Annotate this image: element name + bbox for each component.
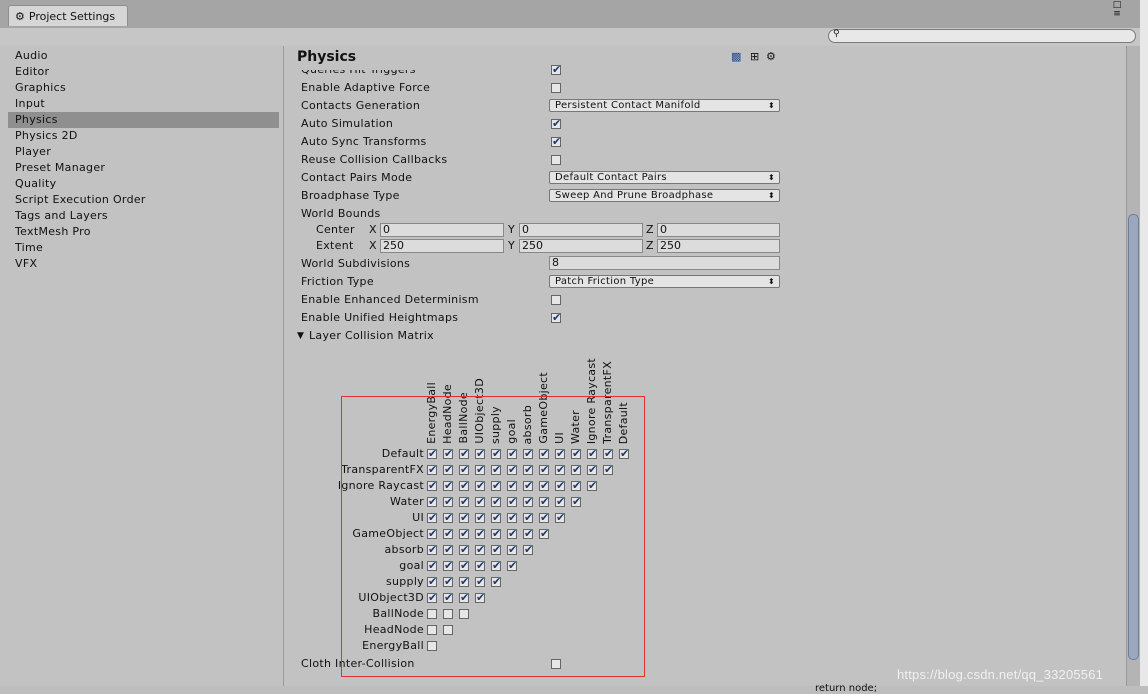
extent-label: Extent — [316, 239, 354, 252]
dropdown-arrow-icon: ⬍ — [767, 173, 775, 182]
broadphase-type-dropdown[interactable]: Sweep And Prune Broadphase ⬍ — [549, 189, 780, 202]
extent-z-field[interactable]: 250 — [657, 239, 780, 253]
search-icon: ⚲ — [833, 29, 840, 39]
sidebar-item-vfx[interactable]: VFX — [8, 256, 279, 272]
help-icon[interactable]: ▩ — [731, 50, 741, 63]
auto-simulation-label: Auto Simulation — [301, 117, 394, 130]
enable-enhanced-determinism-checkbox[interactable] — [551, 295, 561, 305]
window-menu-icon[interactable]: □ ≡ — [1110, 1, 1124, 19]
enable-adaptive-force-checkbox[interactable] — [551, 83, 561, 93]
sidebar-item-tags-and-layers[interactable]: Tags and Layers — [8, 208, 279, 224]
queries-hit-triggers-checkbox[interactable] — [551, 63, 561, 76]
world-bounds-label: World Bounds — [301, 207, 381, 220]
sidebar-item-script-execution-order[interactable]: Script Execution Order — [8, 192, 279, 208]
tab-label: Project Settings — [28, 9, 116, 23]
friction-type-dropdown[interactable]: Patch Friction Type ⬍ — [549, 275, 780, 288]
contacts-generation-dropdown[interactable]: Persistent Contact Manifold ⬍ — [549, 99, 780, 112]
center-x-axis-label: X — [369, 223, 377, 236]
reuse-collision-callbacks-label: Reuse Collision Callbacks — [301, 153, 448, 166]
center-x-field[interactable]: 0 — [380, 223, 504, 237]
settings-gear-icon[interactable]: ⚙ — [766, 50, 776, 63]
auto-sync-transforms-label: Auto Sync Transforms — [301, 135, 427, 148]
dropdown-arrow-icon: ⬍ — [767, 191, 775, 200]
foldout-arrow-icon[interactable]: ▼ — [297, 331, 304, 341]
layer-collision-matrix-label: Layer Collision Matrix — [309, 329, 434, 342]
world-subdivisions-label: World Subdivisions — [301, 257, 411, 270]
dropdown-value: Default Contact Pairs — [555, 172, 667, 183]
center-y-field[interactable]: 0 — [519, 223, 643, 237]
gear-icon: ⚙ — [15, 9, 25, 23]
extent-x-axis-label: X — [369, 239, 377, 252]
enable-unified-heightmaps-label: Enable Unified Heightmaps — [301, 311, 459, 324]
sidebar-item-quality[interactable]: Quality — [8, 176, 279, 192]
world-subdivisions-field[interactable]: 8 — [549, 256, 780, 270]
friction-type-label: Friction Type — [301, 275, 374, 288]
background-window-edge — [1140, 0, 1148, 694]
sidebar-item-editor[interactable]: Editor — [8, 64, 279, 80]
center-z-axis-label: Z — [646, 223, 654, 236]
preset-icon[interactable]: ⊞ — [750, 50, 759, 63]
dropdown-value: Sweep And Prune Broadphase — [555, 190, 714, 201]
dropdown-arrow-icon: ⬍ — [767, 101, 775, 110]
enable-unified-heightmaps-checkbox[interactable] — [551, 311, 561, 324]
scrollbar-thumb[interactable] — [1128, 214, 1139, 660]
dropdown-value: Persistent Contact Manifold — [555, 100, 701, 111]
contacts-generation-label: Contacts Generation — [301, 99, 421, 112]
sidebar-item-graphics[interactable]: Graphics — [8, 80, 279, 96]
extent-z-axis-label: Z — [646, 239, 654, 252]
window-titlebar — [0, 0, 1148, 29]
center-label: Center — [316, 223, 355, 236]
contact-pairs-mode-dropdown[interactable]: Default Contact Pairs ⬍ — [549, 171, 780, 184]
contact-pairs-mode-label: Contact Pairs Mode — [301, 171, 413, 184]
center-z-field[interactable]: 0 — [657, 223, 780, 237]
background-code: return node; — [815, 683, 878, 694]
broadphase-type-label: Broadphase Type — [301, 189, 400, 202]
dropdown-value: Patch Friction Type — [555, 276, 655, 287]
page-title: Physics — [297, 49, 357, 65]
watermark: https://blog.csdn.net/qq_33205561 — [897, 667, 1104, 682]
dropdown-arrow-icon: ⬍ — [767, 277, 775, 286]
extent-x-field[interactable]: 250 — [380, 239, 504, 253]
sidebar-item-player[interactable]: Player — [8, 144, 279, 160]
bottom-edge — [0, 686, 1148, 694]
tab-project-settings[interactable]: ⚙ Project Settings — [8, 5, 128, 26]
sidebar-item-time[interactable]: Time — [8, 240, 279, 256]
auto-simulation-checkbox[interactable] — [551, 117, 561, 130]
enable-enhanced-determinism-label: Enable Enhanced Determinism — [301, 293, 479, 306]
sidebar-item-input[interactable]: Input — [8, 96, 279, 112]
sidebar-item-physics-2d[interactable]: Physics 2D — [8, 128, 279, 144]
center-y-axis-label: Y — [508, 223, 515, 236]
reuse-collision-callbacks-checkbox[interactable] — [551, 155, 561, 165]
extent-y-axis-label: Y — [508, 239, 515, 252]
enable-adaptive-force-label: Enable Adaptive Force — [301, 81, 431, 94]
extent-y-field[interactable]: 250 — [519, 239, 643, 253]
sidebar-item-textmesh-pro[interactable]: TextMesh Pro — [8, 224, 279, 240]
highlight-box — [341, 396, 645, 677]
sidebar-item-audio[interactable]: Audio — [8, 48, 279, 64]
sidebar-item-physics[interactable]: Physics — [8, 112, 279, 128]
search-input[interactable] — [828, 29, 1136, 43]
sidebar-item-preset-manager[interactable]: Preset Manager — [8, 160, 279, 176]
auto-sync-transforms-checkbox[interactable] — [551, 135, 561, 148]
